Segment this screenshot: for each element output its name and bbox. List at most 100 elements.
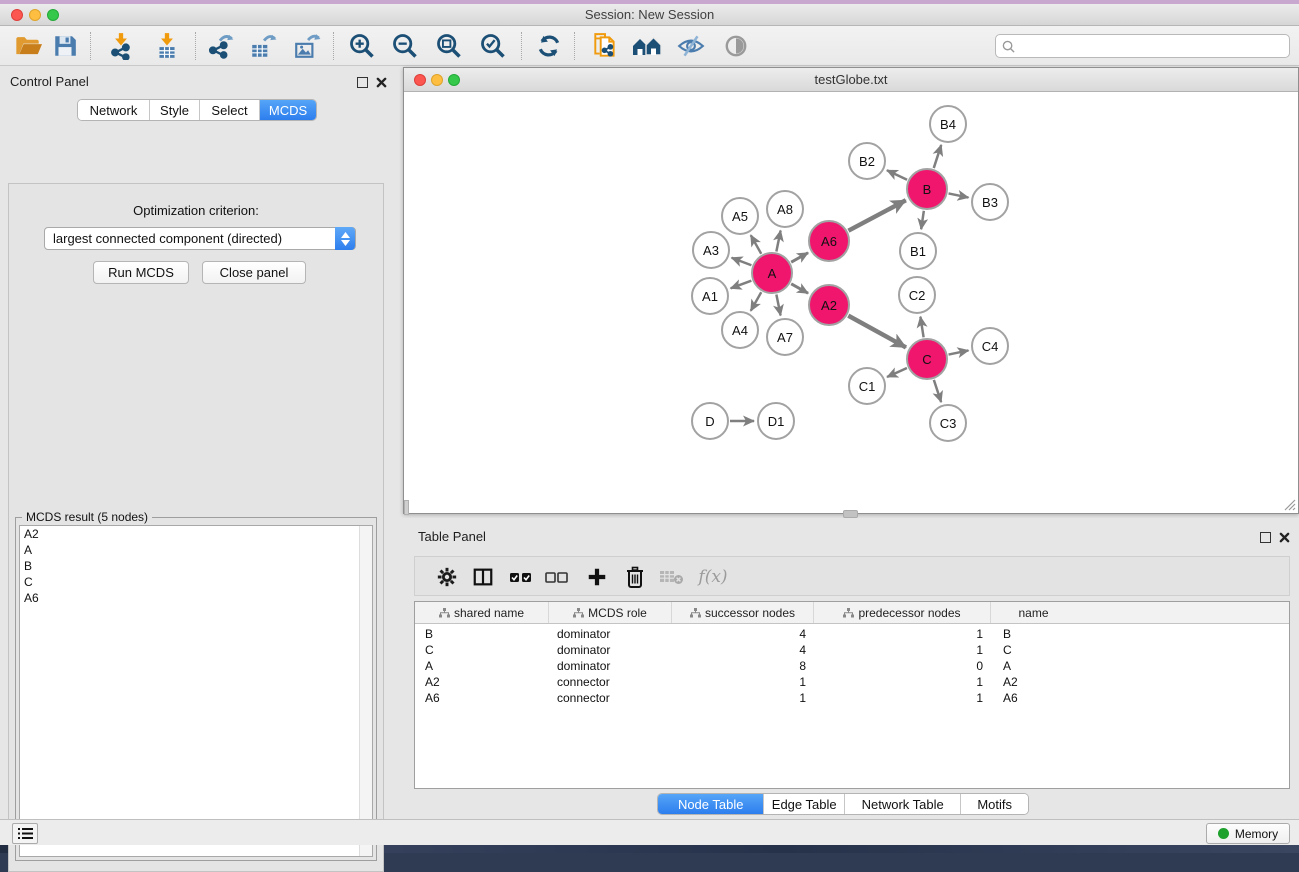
graph-node-a5[interactable]: A5 (721, 197, 759, 235)
mcds-result-list[interactable]: A2ABCA6 (19, 525, 373, 857)
graph-edge-b-b2[interactable] (887, 170, 907, 179)
graph-edge-a-a7[interactable] (776, 295, 780, 316)
horizontal-splitter-handle[interactable] (843, 510, 858, 518)
result-scrollbar[interactable] (359, 526, 372, 856)
graph-node-a2[interactable]: A2 (808, 284, 850, 326)
search-input[interactable] (1018, 37, 1283, 55)
close-panel-button[interactable]: Close panel (202, 261, 306, 284)
import-table-icon[interactable] (152, 31, 182, 61)
column-header-mcds-role[interactable]: MCDS role (549, 602, 672, 623)
graph-node-a3[interactable]: A3 (692, 231, 730, 269)
result-item[interactable]: A (20, 542, 372, 558)
graph-edge-a6-b[interactable] (848, 200, 905, 230)
tab-style[interactable]: Style (150, 100, 200, 120)
run-mcds-button[interactable]: Run MCDS (93, 261, 189, 284)
graph-edge-a-a6[interactable] (791, 253, 808, 262)
add-column-icon[interactable] (583, 563, 611, 591)
show-column-icon[interactable] (469, 563, 497, 591)
export-image-icon[interactable] (292, 31, 322, 61)
window-resize-grip[interactable] (1282, 497, 1296, 511)
tab-network[interactable]: Network (78, 100, 150, 120)
table-row[interactable]: Bdominator41B (415, 626, 1289, 642)
graph-edge-a2-c[interactable] (848, 316, 906, 348)
tab-network-table[interactable]: Network Table (845, 794, 961, 814)
tab-mcds[interactable]: MCDS (260, 100, 316, 120)
graph-edge-c-c3[interactable] (934, 380, 941, 402)
graph-edge-c-c4[interactable] (949, 350, 969, 354)
open-session-icon[interactable] (13, 31, 43, 61)
graph-edge-a-a8[interactable] (776, 231, 780, 252)
task-history-button[interactable] (12, 823, 38, 844)
graph-edge-a-a5[interactable] (751, 235, 761, 254)
graph-edge-b-b1[interactable] (921, 211, 924, 229)
graph-node-a8[interactable]: A8 (766, 190, 804, 228)
export-table-icon[interactable] (248, 31, 278, 61)
table-row[interactable]: A2connector11A2 (415, 674, 1289, 690)
graph-edge-c-c2[interactable] (920, 317, 923, 338)
result-item[interactable]: C (20, 574, 372, 590)
graph-node-c1[interactable]: C1 (848, 367, 886, 405)
network-window-titlebar[interactable]: testGlobe.txt (404, 68, 1298, 92)
column-header-name[interactable]: name (991, 602, 1076, 623)
criterion-dropdown[interactable]: largest connected component (directed) (44, 227, 356, 250)
show-details-icon[interactable] (721, 31, 751, 61)
result-item[interactable]: B (20, 558, 372, 574)
function-builder-icon[interactable]: f(x) (693, 563, 733, 591)
table-row[interactable]: A6connector11A6 (415, 690, 1289, 706)
tab-node-table[interactable]: Node Table (658, 794, 764, 814)
tab-edge-table[interactable]: Edge Table (764, 794, 845, 814)
graph-node-a[interactable]: A (751, 252, 793, 294)
hide-details-icon[interactable] (676, 31, 706, 61)
table-options-icon[interactable] (433, 563, 461, 591)
graph-edge-a-a1[interactable] (731, 281, 752, 289)
result-item[interactable]: A2 (20, 526, 372, 542)
delete-columns-icon[interactable] (621, 563, 649, 591)
graph-edge-a-a4[interactable] (751, 292, 761, 311)
table-row[interactable]: Adominator80A (415, 658, 1289, 674)
table-row[interactable]: Cdominator41C (415, 642, 1289, 658)
graph-node-d1[interactable]: D1 (757, 402, 795, 440)
canvas-splitter-handle[interactable] (404, 500, 409, 515)
graph-node-c4[interactable]: C4 (971, 327, 1009, 365)
network-canvas[interactable]: B4 B2 B B3 A8A5 A6 A3 B1 A A1 C2 A2 A4A7 C4 C C1 C3 D D1 (404, 92, 1298, 513)
graph-node-b[interactable]: B (906, 168, 948, 210)
close-panel-icon[interactable] (376, 77, 387, 88)
graph-node-d[interactable]: D (691, 402, 729, 440)
graph-node-c3[interactable]: C3 (929, 404, 967, 442)
graph-edge-a-a2[interactable] (791, 284, 808, 293)
graph-node-b4[interactable]: B4 (929, 105, 967, 143)
graph-node-b2[interactable]: B2 (848, 142, 886, 180)
graph-node-b3[interactable]: B3 (971, 183, 1009, 221)
float-table-panel-icon[interactable] (1260, 532, 1271, 543)
search-field[interactable] (995, 34, 1290, 58)
graph-node-a6[interactable]: A6 (808, 220, 850, 262)
import-network-icon[interactable] (106, 31, 136, 61)
zoom-fit-icon[interactable] (434, 31, 464, 61)
graph-node-c2[interactable]: C2 (898, 276, 936, 314)
tab-motifs[interactable]: Motifs (961, 794, 1028, 814)
result-item[interactable]: A6 (20, 590, 372, 606)
refresh-icon[interactable] (534, 31, 564, 61)
tab-select[interactable]: Select (200, 100, 260, 120)
column-header-predecessor-nodes[interactable]: predecessor nodes (814, 602, 991, 623)
graph-node-b1[interactable]: B1 (899, 232, 937, 270)
clone-network-icon[interactable] (590, 31, 620, 61)
column-header-successor-nodes[interactable]: successor nodes (672, 602, 814, 623)
graph-node-a4[interactable]: A4 (721, 311, 759, 349)
zoom-out-icon[interactable] (390, 31, 420, 61)
column-header-shared-name[interactable]: shared name (415, 602, 549, 623)
select-all-columns-icon[interactable] (507, 563, 535, 591)
close-table-panel-icon[interactable] (1279, 532, 1290, 543)
memory-button[interactable]: Memory (1206, 823, 1290, 844)
home-layout-icon[interactable] (632, 31, 662, 61)
graph-node-a7[interactable]: A7 (766, 318, 804, 356)
unselect-all-columns-icon[interactable] (543, 563, 571, 591)
delete-table-icon[interactable] (658, 563, 686, 591)
zoom-selected-icon[interactable] (478, 31, 508, 61)
graph-node-a1[interactable]: A1 (691, 277, 729, 315)
graph-edge-c-c1[interactable] (887, 368, 907, 377)
export-network-icon[interactable] (206, 31, 236, 61)
graph-node-c[interactable]: C (906, 338, 948, 380)
float-panel-icon[interactable] (357, 77, 368, 88)
graph-edge-b-b4[interactable] (934, 145, 941, 168)
